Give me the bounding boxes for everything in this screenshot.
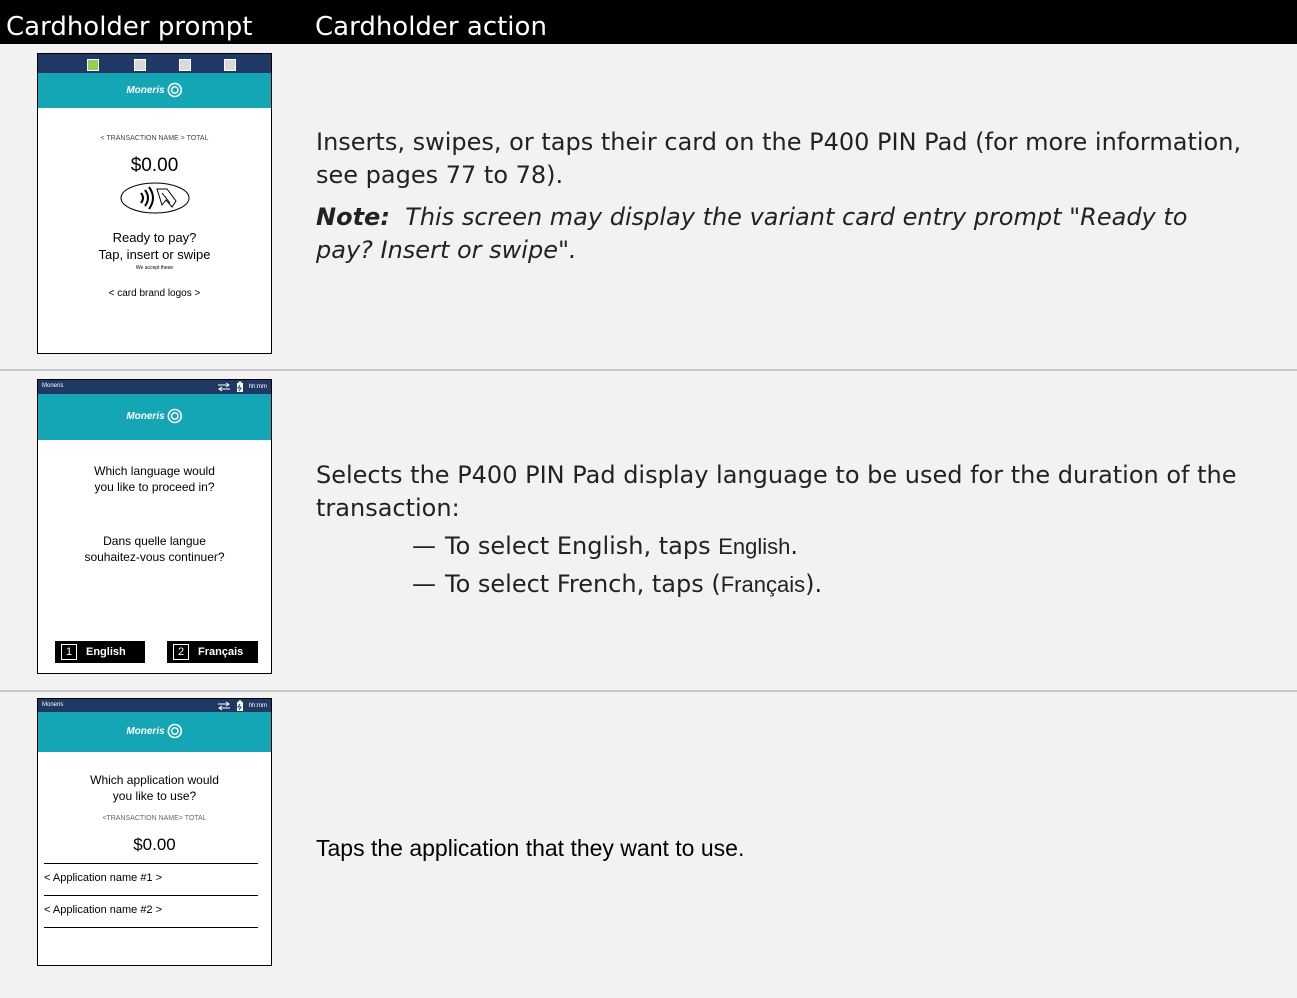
action-text: Inserts, swipes, or taps their card on t… — [316, 128, 1242, 189]
note-label: Note: — [316, 203, 390, 231]
status-bar: Moneris hh:mm — [38, 380, 271, 394]
question-fr-line2: souhaitez-vous continuer? — [84, 550, 225, 564]
application-2[interactable]: < Application name #2 > — [44, 904, 162, 916]
battery-icon — [236, 700, 243, 711]
question-fr-line1: Dans quelle langue — [103, 534, 206, 548]
francais-keyword: Français — [720, 572, 806, 597]
list-divider — [44, 927, 258, 928]
action-note: Note: This screen may display the varian… — [316, 201, 1246, 267]
francais-button-number: 2 — [173, 644, 189, 660]
bullet-dash: — — [412, 570, 436, 598]
table-row: Moneris hh:mm Moneris Which language wou… — [0, 371, 1297, 692]
question-line2: you like to use? — [112, 789, 197, 803]
amount-label: < TRANSACTION NAME > TOTAL — [100, 135, 209, 142]
indicator-light-3 — [179, 59, 191, 71]
question-en-line1: Which language would — [94, 464, 215, 478]
english-button-label: English — [86, 646, 126, 658]
tap-insert-swipe-text: Tap, insert or swipe — [98, 247, 211, 262]
table-row: Moneris hh:mm Moneris Which application … — [0, 692, 1297, 998]
list-divider — [44, 895, 258, 896]
we-accept-text: We accept these — [135, 265, 174, 271]
francais-button[interactable]: 2 Français — [167, 641, 258, 663]
question-en-line2: you like to proceed in? — [94, 480, 215, 494]
status-icons: hh:mm — [217, 381, 267, 393]
table-row: Moneris < TRANSACTION NAME > TOTAL $0.00… — [0, 44, 1297, 371]
header-cardholder-action: Cardholder action — [315, 12, 547, 42]
indicator-light-4 — [224, 59, 236, 71]
moneris-logo: Moneris — [126, 723, 182, 739]
connection-arrows-icon — [217, 701, 230, 711]
english-keyword: English — [718, 534, 791, 559]
amount-label: <TRANSACTION NAME> TOTAL — [102, 815, 207, 822]
indicator-light-1 — [87, 59, 99, 71]
moneris-logo-icon — [167, 723, 182, 739]
pinpad-screen-application: Moneris hh:mm Moneris Which application … — [37, 698, 272, 966]
status-time: hh:mm — [248, 384, 267, 390]
moneris-logo: Moneris — [126, 408, 182, 424]
contactless-icon — [120, 182, 189, 214]
english-button-number: 1 — [61, 644, 77, 660]
status-icons: hh:mm — [217, 700, 267, 712]
table-header: Cardholder prompt Cardholder action — [0, 0, 1297, 44]
connection-arrows-icon — [217, 382, 230, 392]
moneris-logo: Moneris — [126, 82, 182, 98]
card-brand-logos: < card brand logos > — [108, 288, 201, 299]
action-cell: Taps the application that they want to u… — [316, 833, 1216, 863]
application-1[interactable]: < Application name #1 > — [44, 872, 162, 884]
status-time: hh:mm — [248, 703, 267, 709]
header-band: Moneris — [38, 394, 271, 440]
indicator-light-2 — [134, 59, 146, 71]
action-text: Taps the application that they want to u… — [316, 835, 745, 861]
status-title: Moneris — [42, 383, 64, 389]
moneris-logo-icon — [167, 82, 182, 98]
francais-button-label: Français — [198, 646, 244, 658]
amount: $0.00 — [133, 835, 176, 854]
pinpad-screen-ready-to-pay: Moneris < TRANSACTION NAME > TOTAL $0.00… — [37, 53, 272, 354]
battery-icon — [236, 381, 243, 392]
note-text: This screen may display the variant card… — [316, 203, 1188, 264]
ready-to-pay-text: Ready to pay? — [112, 230, 197, 245]
indicator-bar — [38, 54, 271, 73]
action-cell: Inserts, swipes, or taps their card on t… — [316, 126, 1246, 267]
bullet-english: — To select English, taps English. — [412, 530, 798, 563]
action-text: Selects the P400 PIN Pad display languag… — [316, 461, 1237, 522]
amount: $0.00 — [130, 155, 179, 176]
header-band: Moneris — [38, 712, 271, 752]
bullet-dash: — — [412, 532, 436, 560]
status-bar: Moneris hh:mm — [38, 699, 271, 712]
list-divider — [44, 863, 258, 864]
bullet-french: — To select French, taps (Français). — [412, 568, 822, 601]
question-line1: Which application would — [90, 773, 219, 787]
header-cardholder-prompt: Cardholder prompt — [6, 12, 253, 42]
header-band: Moneris — [38, 73, 271, 108]
moneris-logo-icon — [167, 408, 182, 424]
status-title: Moneris — [42, 702, 64, 708]
english-button[interactable]: 1 English — [55, 641, 145, 663]
contactless-area — [38, 181, 271, 215]
action-cell: Selects the P400 PIN Pad display languag… — [316, 459, 1276, 659]
pinpad-screen-language: Moneris hh:mm Moneris Which language wou… — [37, 379, 272, 674]
